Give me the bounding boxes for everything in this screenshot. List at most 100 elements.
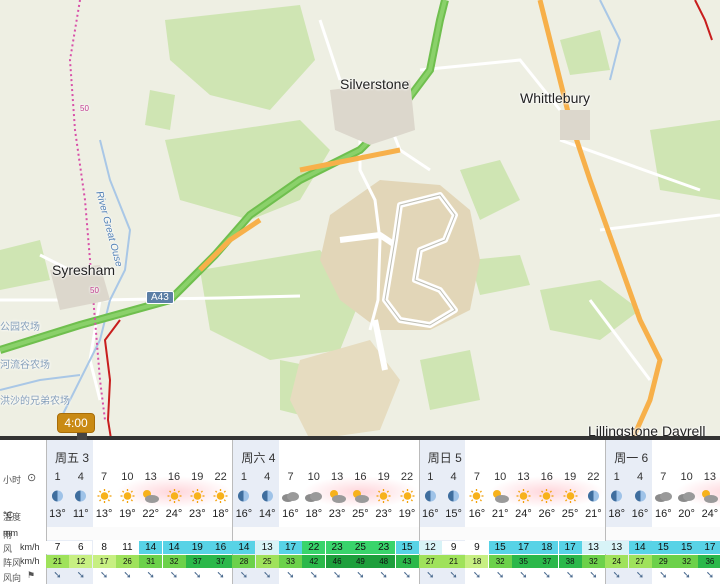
hour-label: 16 [167, 471, 181, 483]
wind-direction-arrow-icon: ➘ [542, 570, 551, 581]
day-label[interactable]: 周日 5 [428, 449, 462, 466]
hour-label: 10 [680, 471, 693, 483]
gust-speed-cell: 32 [162, 555, 186, 568]
gust-speed-cell: 21 [442, 555, 466, 568]
faded-label-2: 河流谷农场 [0, 360, 50, 371]
gust-speed-cell: 27 [418, 555, 442, 568]
wind-speed-cell: 8 [92, 541, 116, 554]
hour-label: 19 [563, 471, 577, 483]
wind-speed-cell: 9 [465, 541, 489, 554]
gust-speed-cell: 49 [348, 555, 372, 568]
label-hour: 小时 [3, 475, 22, 485]
cloud-icon [302, 488, 325, 504]
label-gust-unit: km/h [20, 556, 40, 566]
gust-speed-cell: 28 [232, 555, 256, 568]
temperature-cell: 13° [49, 508, 66, 520]
gust-speed-cell: 29 [651, 555, 675, 568]
rain-row [46, 527, 720, 540]
hour-label: 10 [307, 471, 320, 483]
gust-speed-cell: 37 [209, 555, 233, 568]
day-label[interactable]: 周六 4 [241, 449, 275, 466]
sun-icon [535, 488, 558, 504]
label-rain-unit: mm [3, 528, 18, 538]
gust-speed-cell: 25 [255, 555, 279, 568]
moon-icon [582, 488, 605, 504]
wind-speed-cell: 23 [325, 541, 349, 554]
gust-speed-cell: 32 [675, 555, 699, 568]
gust-speed-cell: 36 [698, 555, 720, 568]
hour-label: 13 [144, 471, 157, 483]
temperature-cell: 19° [119, 508, 136, 520]
sun-icon [163, 488, 186, 504]
forecast-grid[interactable]: 周五 3 周六 4 周日 5 周一 6 1 13° 7 21 ➘ 4 11° 6 12 ➘ 7 13° 8 17 ➘… [46, 440, 720, 584]
sun-icon [512, 488, 535, 504]
clock-icon: ⊙ [27, 472, 37, 484]
wind-speed-cell: 17 [558, 541, 582, 554]
hour-label: 7 [287, 471, 294, 483]
temperature-cell: 23° [328, 508, 346, 520]
wind-direction-arrow-icon: ➘ [635, 570, 645, 581]
temperature-cell: 16° [631, 508, 649, 520]
sun-icon [559, 488, 582, 504]
gust-speed-cell: 46 [325, 555, 349, 568]
wind-direction-arrow-icon: ➘ [332, 570, 342, 581]
sun-cloud-icon [349, 488, 372, 504]
label-dir: 风向 [3, 573, 22, 583]
temperature-cell: 24° [515, 508, 532, 520]
cloud-icon [675, 488, 698, 504]
hour-label: 16 [354, 471, 367, 483]
wind-speed-cell: 13 [581, 541, 605, 554]
hour-label: 13 [703, 471, 717, 483]
temperature-cell: 25° [352, 508, 369, 520]
wind-direction-arrow-icon: ➘ [76, 570, 85, 581]
temperature-cell: 21° [585, 508, 602, 520]
wind-direction-arrow-icon: ➘ [589, 570, 598, 581]
temperature-cell: 15° [445, 508, 462, 520]
gust-speed-cell: 17 [92, 555, 116, 568]
map-view[interactable]: Silverstone Whittlebury Syresham Lilling… [0, 0, 720, 445]
wind-speed-cell: 25 [348, 541, 372, 554]
hour-label: 4 [450, 471, 457, 483]
cloud-icon [279, 488, 302, 504]
temperature-cell: 13° [95, 508, 113, 520]
gust-speed-cell: 12 [69, 555, 93, 568]
moon-icon [605, 488, 628, 504]
timeline-time-badge[interactable]: 4:00 [57, 413, 95, 433]
wind-speed-cell: 14 [232, 541, 256, 554]
moon-icon [442, 488, 465, 504]
sun-cloud-icon [139, 488, 162, 504]
sun-icon [372, 488, 395, 504]
gust-speed-cell: 31 [139, 555, 163, 568]
hour-label: 10 [121, 471, 134, 483]
gust-speed-cell: 27 [628, 555, 652, 568]
wind-speed-cell: 23 [372, 541, 396, 554]
place-label-syresham: Syresham [52, 262, 116, 278]
temperature-cell: 18° [305, 508, 323, 520]
gust-speed-cell: 42 [302, 555, 326, 568]
hour-label: 1 [427, 471, 434, 483]
sun-cloud-icon [698, 488, 720, 504]
day-label[interactable]: 周五 3 [55, 449, 89, 466]
wind-direction-arrow-icon: ➘ [123, 570, 132, 581]
gust-speed-cell: 43 [395, 555, 419, 568]
wind-speed-cell: 13 [605, 541, 629, 554]
row-labels: 小时 ⊙ 温度 °C 雨 mm 风 km/h 阵风 km/h 风向 ⚑ [0, 440, 46, 584]
gust-speed-cell: 37 [185, 555, 209, 568]
hour-label: 13 [330, 471, 344, 483]
path-label-50-lower: 50 [90, 286, 99, 295]
temperature-cell: 21° [491, 508, 509, 520]
temperature-cell: 11° [72, 508, 89, 520]
day-label[interactable]: 周一 6 [614, 449, 648, 466]
temperature-cell: 25° [561, 508, 579, 520]
gust-speed-cell: 21 [46, 555, 69, 568]
hour-label: 7 [473, 471, 480, 483]
temperature-cell: 23° [188, 508, 206, 520]
temperature-cell: 16° [421, 508, 439, 520]
temperature-cell: 16° [654, 508, 672, 520]
moon-icon [419, 488, 442, 504]
label-gust: 阵风 [3, 558, 22, 568]
wind-direction-arrow-icon: ➘ [53, 570, 62, 581]
hour-label: 13 [517, 471, 530, 483]
hour-label: 7 [660, 471, 667, 483]
wind-direction-arrow-icon: ➘ [519, 570, 528, 581]
